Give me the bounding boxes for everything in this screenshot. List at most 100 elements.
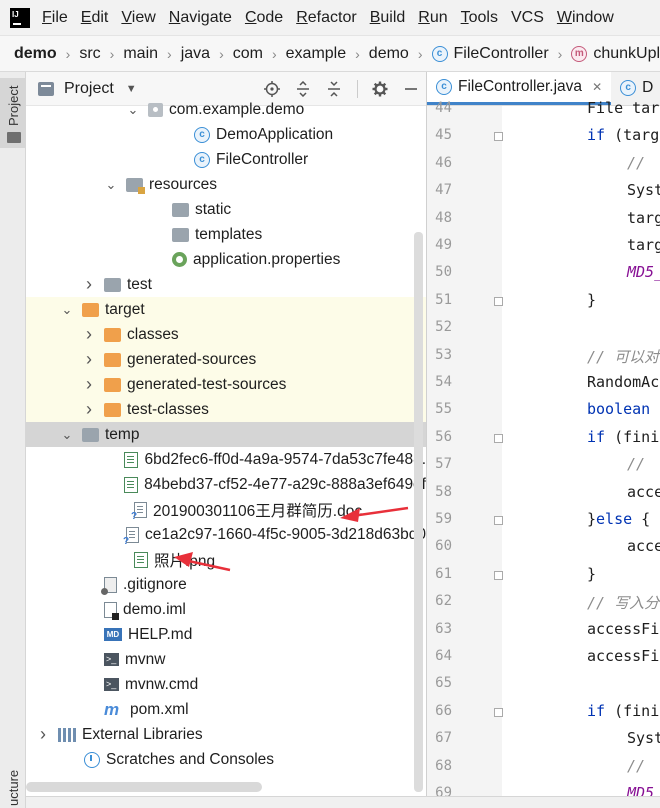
tree-item[interactable]: ⌄ temp: [26, 422, 426, 447]
code-text: if (fini: [587, 427, 660, 446]
tree-item[interactable]: 84bebd37-cf52-4e77-a29c-888a3ef649ef: [26, 472, 426, 497]
fold-marker-icon[interactable]: [494, 570, 503, 580]
code-text: MD5_: [627, 263, 660, 282]
breadcrumb-item[interactable]: com: [233, 45, 263, 63]
fold-marker-icon[interactable]: [494, 296, 503, 306]
tree-item[interactable]: ? ce1a2c97-1660-4f5c-9005-3d218d63bd0: [26, 522, 426, 547]
gear-icon[interactable]: [371, 80, 389, 98]
tree-item[interactable]: › generated-test-sources: [26, 372, 426, 397]
chevron-right-icon[interactable]: ›: [82, 399, 96, 420]
breadcrumb-item[interactable]: demo: [369, 45, 409, 63]
chevron-right-icon[interactable]: ›: [82, 349, 96, 370]
tree-item[interactable]: demo.iml: [26, 597, 426, 622]
vertical-scrollbar[interactable]: [414, 232, 423, 792]
close-icon[interactable]: ✕: [592, 80, 602, 94]
expand-all-icon[interactable]: [294, 80, 312, 98]
tree-item[interactable]: c DemoApplication: [26, 122, 426, 147]
folder-icon: [104, 277, 121, 292]
tree-item[interactable]: MD HELP.md: [26, 622, 426, 647]
tree-item[interactable]: static: [26, 197, 426, 222]
chevron-down-icon[interactable]: ⌄: [104, 177, 118, 193]
fold-marker-icon[interactable]: [494, 707, 503, 717]
chevron-right-icon[interactable]: ›: [82, 374, 96, 395]
breadcrumb-item[interactable]: demo: [14, 45, 57, 63]
code-text: if (fini: [587, 701, 660, 720]
tree-item[interactable]: 照片.png: [26, 547, 426, 572]
menu-refactor[interactable]: Refactor: [296, 9, 356, 27]
tree-item[interactable]: Scratches and Consoles: [26, 747, 426, 772]
chevron-right-icon[interactable]: ›: [82, 274, 96, 295]
tree-item[interactable]: › generated-sources: [26, 347, 426, 372]
class-icon: c: [436, 78, 452, 95]
chevron-right-icon[interactable]: ›: [82, 324, 96, 345]
tree-item-label: .gitignore: [123, 575, 187, 593]
menu-file[interactable]: File: [42, 9, 68, 27]
hide-panel-icon[interactable]: [402, 80, 420, 98]
spring-leaf-icon: [172, 252, 187, 267]
fold-marker-icon[interactable]: [494, 132, 503, 142]
menu-build[interactable]: Build: [370, 9, 406, 27]
tree-item[interactable]: › External Libraries: [26, 722, 426, 747]
structure-tool-label[interactable]: ucture: [6, 770, 21, 806]
tree-item[interactable]: c FileController: [26, 147, 426, 172]
menu-code[interactable]: Code: [245, 9, 283, 27]
tree-item[interactable]: › test: [26, 272, 426, 297]
breadcrumb-item[interactable]: example: [286, 45, 346, 63]
tree-item[interactable]: m pom.xml: [26, 697, 426, 722]
breadcrumb-item[interactable]: c FileController: [431, 45, 549, 63]
horizontal-scrollbar[interactable]: [26, 782, 262, 792]
code-text: //: [627, 756, 655, 775]
breadcrumb-item[interactable]: main: [123, 45, 158, 63]
folder-icon: [172, 227, 189, 242]
intellij-logo-icon: IJ: [10, 7, 30, 28]
code-line: accessFi: [587, 647, 659, 665]
menu-run[interactable]: Run: [418, 9, 447, 27]
collapse-all-icon[interactable]: [325, 80, 343, 98]
breadcrumb-item[interactable]: mchunkUplo: [571, 45, 660, 63]
menu-view[interactable]: View: [121, 9, 155, 27]
menu-edit[interactable]: Edit: [81, 9, 109, 27]
fold-marker-icon[interactable]: [494, 516, 503, 525]
tree-item[interactable]: ⌄ resources: [26, 172, 426, 197]
menu-navigate[interactable]: Navigate: [169, 9, 232, 27]
tree-item[interactable]: ⌄ target: [26, 297, 426, 322]
resources-folder-icon: [126, 177, 145, 194]
tree-item[interactable]: >_ mvnw.cmd: [26, 672, 426, 697]
menu-tools[interactable]: Tools: [461, 9, 498, 27]
breadcrumb-separator: ›: [167, 45, 172, 62]
breadcrumb-item[interactable]: java: [181, 45, 210, 63]
editor-tab[interactable]: c FileController.java ✕: [427, 72, 612, 105]
chevron-down-icon[interactable]: ⌄: [60, 427, 74, 443]
menu-vcs[interactable]: VCS: [511, 9, 544, 27]
chevron-right-icon[interactable]: ›: [36, 724, 50, 745]
line-number: 60: [435, 538, 452, 555]
menu-window[interactable]: Window: [557, 9, 614, 27]
chevron-down-icon[interactable]: ⌄: [126, 102, 140, 118]
tree-item-label: mvnw.cmd: [125, 675, 199, 693]
tree-item[interactable]: › classes: [26, 322, 426, 347]
tree-item[interactable]: › test-classes: [26, 397, 426, 422]
maven-icon: m: [104, 699, 120, 719]
excluded-folder-icon: [104, 327, 121, 342]
fold-marker-icon[interactable]: [494, 433, 503, 443]
locate-icon[interactable]: [263, 80, 281, 98]
tree-item-label: test: [127, 275, 152, 293]
chevron-down-icon[interactable]: ▼: [126, 83, 137, 95]
breadcrumb-item[interactable]: src: [79, 45, 100, 63]
tree-item[interactable]: 6bd2fec6-ff0d-4a9a-9574-7da53c7fe488.: [26, 447, 426, 472]
excluded-folder-icon: [82, 302, 99, 317]
tree-item[interactable]: ? 201900301106王月群简历.doc: [26, 497, 426, 522]
code-text: // 可以对: [587, 347, 660, 366]
tree-item[interactable]: templates: [26, 222, 426, 247]
chevron-down-icon[interactable]: ⌄: [60, 302, 74, 318]
tree-item[interactable]: ⌄ com.example.demo: [26, 97, 426, 122]
code-line: File tar: [587, 99, 659, 117]
code-line: // 可以对: [587, 346, 659, 367]
line-number: 61: [435, 565, 452, 582]
tree-item-label: External Libraries: [82, 725, 203, 743]
tree-item[interactable]: .gitignore: [26, 572, 426, 597]
tree-item[interactable]: application.properties: [26, 247, 426, 272]
project-panel-title[interactable]: Project: [64, 80, 114, 98]
tree-item[interactable]: >_ mvnw: [26, 647, 426, 672]
line-number: 57: [435, 456, 452, 473]
